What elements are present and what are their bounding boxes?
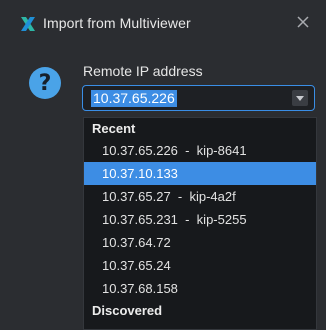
dialog-title: Import from Multiviewer	[43, 15, 191, 31]
list-item[interactable]: 10.37.10.133	[84, 162, 316, 185]
remote-ip-combobox[interactable]: 10.37.65.226	[82, 85, 315, 111]
recent-section-header: Recent	[92, 121, 136, 136]
dropdown-toggle-button[interactable]	[292, 90, 308, 106]
recent-list: 10.37.65.226 - kip-8641 10.37.10.133 10.37…	[84, 139, 316, 300]
app-logo-icon	[21, 17, 35, 31]
discovered-section-header: Discovered	[92, 303, 163, 318]
list-item[interactable]: 10.37.68.158	[84, 277, 316, 300]
list-item[interactable]: 10.37.65.231 - kip-5255	[84, 208, 316, 231]
list-item[interactable]: 10.37.64.72	[84, 231, 316, 254]
remote-ip-input[interactable]: 10.37.65.226	[91, 90, 177, 107]
ip-dropdown-list: Recent 10.37.65.226 - kip-8641 10.37.10.1…	[83, 117, 317, 330]
list-item[interactable]: 10.37.65.24	[84, 254, 316, 277]
list-item[interactable]: 10.37.65.27 - kip-4a2f	[84, 185, 316, 208]
remote-ip-label: Remote IP address	[83, 63, 203, 79]
chevron-down-icon	[296, 95, 304, 101]
question-mark-icon: ?	[29, 67, 61, 99]
close-icon	[297, 16, 309, 28]
close-button[interactable]	[293, 12, 313, 32]
list-item[interactable]: 10.37.65.226 - kip-8641	[84, 139, 316, 162]
title-bar: Import from Multiviewer	[0, 0, 326, 48]
